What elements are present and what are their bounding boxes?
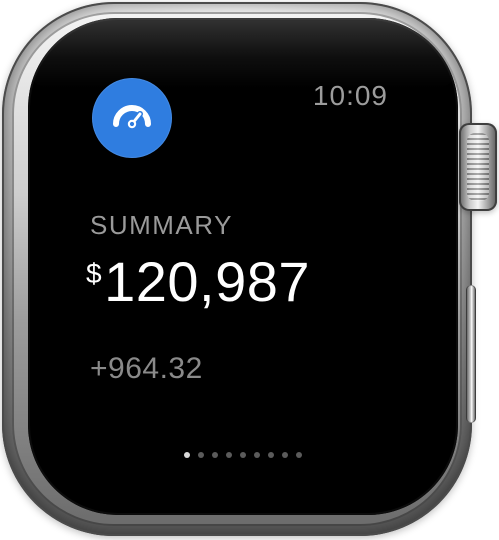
page-dot[interactable] — [254, 452, 260, 458]
summary-amount: $ 120,987 — [86, 254, 310, 310]
page-dot[interactable] — [226, 452, 232, 458]
gauge-icon — [113, 105, 151, 129]
currency-symbol: $ — [86, 258, 103, 289]
page-dot[interactable] — [212, 452, 218, 458]
app-icon[interactable] — [92, 78, 172, 158]
digital-crown[interactable] — [459, 123, 497, 211]
page-indicator[interactable] — [28, 452, 458, 458]
screen-glare — [28, 18, 458, 88]
page-dot[interactable] — [184, 452, 190, 458]
page-dot[interactable] — [240, 452, 246, 458]
side-button[interactable] — [466, 285, 476, 423]
summary-label: SUMMARY — [90, 210, 233, 240]
amount-value: 120,987 — [104, 250, 311, 313]
page-dot[interactable] — [282, 452, 288, 458]
page-dot[interactable] — [296, 452, 302, 458]
page-dot[interactable] — [198, 452, 204, 458]
summary-change: +964.32 — [90, 352, 203, 385]
page-dot[interactable] — [268, 452, 274, 458]
watch-screen: 10:09 SUMMARY $ 120,987 +964.32 — [28, 18, 458, 515]
time-display: 10:09 — [312, 80, 388, 111]
